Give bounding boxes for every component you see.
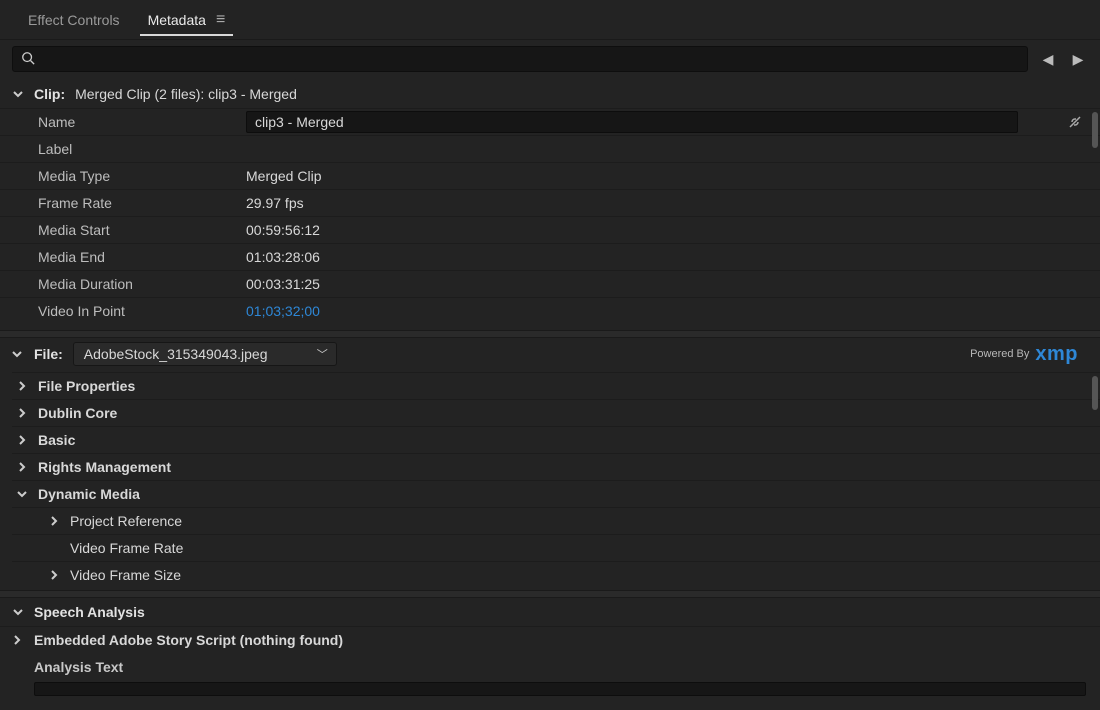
field-label: Frame Rate [38,195,246,211]
file-select-value: AdobeStock_315349043.jpeg [84,346,268,362]
embedded-story-script-row[interactable]: Embedded Adobe Story Script (nothing fou… [0,626,1100,653]
chevron-right-icon [16,408,28,418]
section-divider [0,330,1100,338]
group-label: Basic [38,432,75,448]
file-header-label: File: [34,346,63,362]
scrollbar-thumb[interactable] [1092,112,1098,148]
field-label: Media End [38,249,246,265]
next-result-button[interactable]: ▶ [1068,49,1088,69]
search-icon [21,51,35,68]
section-divider [0,590,1100,598]
field-value: 29.97 fps [246,195,304,211]
xmp-logo: xmp [1035,344,1078,364]
field-value: 00:03:31:25 [246,276,320,292]
tab-label: Effect Controls [28,12,120,28]
speech-analysis-header[interactable]: Speech Analysis [0,598,1100,626]
chevron-down-icon [16,489,28,499]
field-label: Video In Point [38,303,246,319]
field-value[interactable]: 01;03;32;00 [246,303,320,319]
group-label: File Properties [38,378,135,394]
chevron-right-icon [12,632,24,648]
group-label: Dynamic Media [38,486,140,502]
analysis-text-label: Analysis Text [34,659,123,675]
field-label: Label [38,141,246,157]
clip-row-media-end: Media End 01:03:28:06 [0,243,1100,270]
clip-row-media-start: Media Start 00:59:56:12 [0,216,1100,243]
clip-header-value: Merged Clip (2 files): clip3 - Merged [75,86,297,102]
clip-row-media-duration: Media Duration 00:03:31:25 [0,270,1100,297]
field-label: Media Type [38,168,246,184]
tab-label: Metadata [148,12,206,28]
group-label: Rights Management [38,459,171,475]
chevron-right-icon [16,435,28,445]
field-value: Merged Clip [246,168,321,184]
speech-header-label: Speech Analysis [34,604,145,620]
clip-name-input[interactable] [246,111,1018,133]
clip-row-media-type: Media Type Merged Clip [0,162,1100,189]
embedded-story-label: Embedded Adobe Story Script (nothing fou… [34,632,343,648]
powered-by-label: Powered By [970,348,1029,360]
prev-result-button[interactable]: ◀ [1038,49,1058,69]
group-rights-management[interactable]: Rights Management [12,453,1100,480]
file-section-header: File: AdobeStock_315349043.jpeg ﹀ Powere… [0,338,1100,370]
file-select-dropdown[interactable]: AdobeStock_315349043.jpeg ﹀ [73,342,337,366]
scrollbar-thumb[interactable] [1092,376,1098,410]
group-basic[interactable]: Basic [12,426,1100,453]
field-label: Media Duration [38,276,246,292]
clip-header-label: Clip: [34,86,65,102]
group-label: Dublin Core [38,405,117,421]
chevron-down-icon [12,607,24,617]
item-video-frame-size[interactable]: Video Frame Size [12,561,1100,588]
clip-row-label: Label [0,135,1100,162]
clip-section-header[interactable]: Clip: Merged Clip (2 files): clip3 - Mer… [0,80,1100,108]
item-project-reference[interactable]: Project Reference [12,507,1100,534]
panel-menu-icon[interactable]: ≡ [216,11,225,29]
tab-metadata[interactable]: Metadata ≡ [134,0,240,40]
chevron-right-icon [16,462,28,472]
metadata-panel: Effect Controls Metadata ≡ ◀ ▶ Clip: Mer… [0,0,1100,710]
tab-effect-controls[interactable]: Effect Controls [14,0,134,40]
clip-properties: Name Label Media Type Merged Clip Frame … [0,108,1100,324]
field-label: Media Start [38,222,246,238]
group-dynamic-media[interactable]: Dynamic Media [12,480,1100,507]
file-metadata-tree: File Properties Dublin Core Basic Rights… [0,370,1100,590]
item-video-frame-rate[interactable]: Video Frame Rate [12,534,1100,561]
link-off-icon[interactable] [1062,114,1088,130]
chevron-right-icon [48,516,60,526]
chevron-down-icon: ﹀ [317,346,328,362]
item-label: Project Reference [70,513,182,529]
field-label: Name [38,114,246,130]
search-input[interactable] [12,46,1028,72]
field-value: 01:03:28:06 [246,249,320,265]
analysis-text-input[interactable] [34,682,1086,696]
chevron-right-icon [16,381,28,391]
clip-row-name: Name [0,108,1100,135]
clip-row-frame-rate: Frame Rate 29.97 fps [0,189,1100,216]
group-file-properties[interactable]: File Properties [12,372,1100,399]
field-value: 00:59:56:12 [246,222,320,238]
search-row: ◀ ▶ [0,40,1100,80]
group-dublin-core[interactable]: Dublin Core [12,399,1100,426]
chevron-down-icon[interactable] [12,346,24,362]
analysis-text-header: Analysis Text [0,653,1100,680]
panel-tabs: Effect Controls Metadata ≡ [0,0,1100,40]
item-label: Video Frame Rate [70,540,183,556]
chevron-right-icon [48,570,60,580]
clip-row-video-in-point: Video In Point 01;03;32;00 [0,297,1100,324]
powered-by-xmp: Powered By xmp [970,344,1088,364]
chevron-down-icon [12,89,24,99]
speech-analysis-section: Speech Analysis Embedded Adobe Story Scr… [0,598,1100,696]
item-label: Video Frame Size [70,567,181,583]
